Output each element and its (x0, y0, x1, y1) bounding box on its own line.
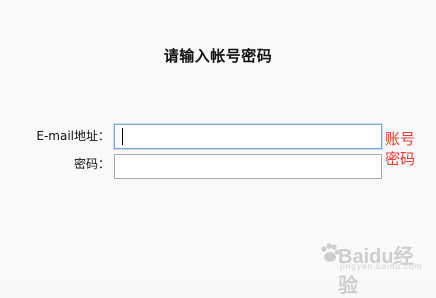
baidu-watermark: Baidu经验 jingyan.baidu.com (318, 236, 428, 297)
email-input[interactable] (114, 124, 382, 149)
text-caret (122, 128, 123, 145)
password-input[interactable] (114, 154, 382, 179)
watermark-url: jingyan.baidu.com (340, 262, 423, 271)
page-title: 请输入帐号密码 (163, 47, 273, 65)
annotation-hint: 账号密码 (385, 130, 416, 168)
email-label: E-mail地址： (36, 129, 110, 143)
password-label: 密码： (73, 157, 110, 171)
